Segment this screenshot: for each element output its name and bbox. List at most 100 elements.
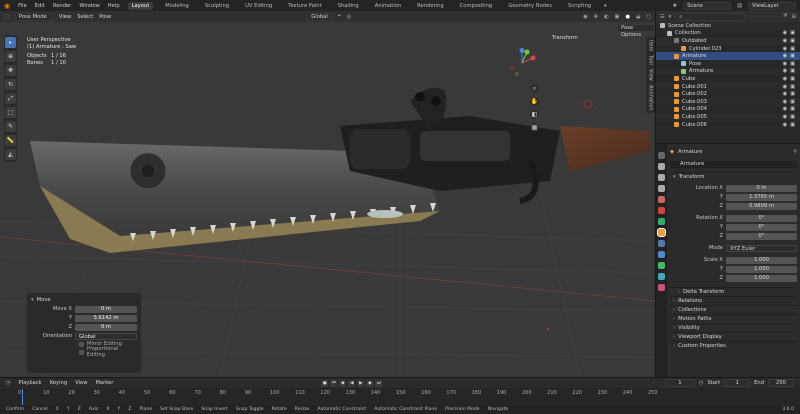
gizmo-z-icon[interactable] [519,48,525,53]
timeline-ruler[interactable]: 0 10 20 30 40 50 60 70 80 90 100 110 120 130 140 150 160… [0,388,800,406]
tab-item[interactable]: Item [648,40,654,51]
menu-playback[interactable]: Playback [19,380,42,386]
tab-animation[interactable]: Animation [371,2,405,10]
camera-icon[interactable]: ▣ [790,106,795,112]
scale-x-field[interactable]: 1.000 [726,256,797,264]
navigation-gizmo[interactable] [507,48,537,78]
shading-rendered-icon[interactable]: ○ [646,14,651,20]
next-key-icon[interactable]: ◆ [366,379,374,387]
rotation-z-field[interactable]: 0° [726,232,797,240]
eye-icon[interactable]: ◉ [783,122,788,128]
select-tool-icon[interactable]: ▸ [5,37,16,48]
menu-timeline-view[interactable]: View [75,380,87,386]
tab-rendering[interactable]: Rendering [413,2,448,10]
outliner-item[interactable]: Cube ◉ ▣ [656,75,800,83]
eye-icon[interactable]: ◉ [783,114,788,120]
armature-data-tab-icon[interactable] [658,262,665,269]
bone-size-tool-icon[interactable]: ◭ [5,149,16,160]
prev-key-icon[interactable]: ◆ [339,379,347,387]
gizmo-y-icon[interactable] [524,49,530,55]
motion-paths-panel[interactable]: › Motion Paths [670,314,797,323]
move-x-field[interactable]: 0 m [75,305,137,313]
overlay-icon[interactable]: ◐ [604,14,609,20]
rotation-y-field[interactable]: 0° [726,223,797,231]
scene-tab-icon[interactable] [658,196,665,203]
camera-icon[interactable]: ▣ [790,38,795,44]
play-icon[interactable]: ▶ [357,379,365,387]
pin-icon[interactable]: ⚲ [793,149,797,155]
camera-icon[interactable]: ▣ [790,91,795,97]
scale-tool-icon[interactable]: ⤢ [5,93,16,104]
pan-hand-icon[interactable]: ✋ [530,97,539,106]
rotation-mode-dropdown[interactable]: XYZ Euler [726,244,797,252]
rotate-tool-icon[interactable]: ↻ [5,79,16,90]
relations-panel[interactable]: › Relations [670,296,797,305]
location-x-field[interactable]: 0 m [726,184,797,192]
outliner-item[interactable]: Cube.004 ◉ ▣ [656,106,800,114]
rotation-x-field[interactable]: 0° [726,214,797,222]
viewport-display-panel[interactable]: › Viewport Display [670,332,797,341]
shading-material-icon[interactable]: ◒ [636,14,641,20]
eye-icon[interactable]: ◉ [783,46,788,52]
camera-icon[interactable]: ▣ [790,76,795,82]
end-frame-field[interactable]: 250 [768,379,794,387]
view-layer-tab-icon[interactable] [658,185,665,192]
tab-compositing[interactable]: Compositing [456,2,497,10]
tab-uv-editing[interactable]: UV Editing [241,2,276,10]
add-workspace-icon[interactable]: + [603,3,607,9]
transform-panel-header[interactable]: ▾ Transform [670,172,797,181]
world-tab-icon[interactable] [658,207,665,214]
menu-help[interactable]: Help [108,3,120,9]
camera-icon[interactable]: ▣ [790,122,795,128]
3d-viewport[interactable]: ⬚ Pose Mode View Select Pose Global ⌖ ◎ … [0,11,655,377]
tab-sculpting[interactable]: Sculpting [201,2,233,10]
gizmo-neg-y-icon[interactable] [515,72,519,76]
move-z-field[interactable]: 0 m [75,323,137,331]
orientation-dropdown[interactable]: Global [75,332,137,340]
collections-panel[interactable]: › Collections [670,305,797,314]
object-datablock-field[interactable]: Armature [670,160,797,168]
transform-panel-toggle[interactable]: Transform [552,35,578,41]
collapse-arrow-icon[interactable]: ▾ [31,297,34,303]
custom-properties-panel[interactable]: › Custom Properties [670,341,797,350]
outliner-item[interactable]: Outdated ◉ ▣ [656,37,800,45]
jump-start-icon[interactable]: ⏮ [330,379,338,387]
move-y-field[interactable]: 5.6142 m [75,314,137,322]
outliner-search-input[interactable]: ⌕ [675,12,746,21]
playhead[interactable] [22,389,23,405]
record-icon[interactable]: ● [321,379,329,387]
measure-tool-icon[interactable]: 📏 [5,135,16,146]
tab-layout[interactable]: Layout [127,1,154,10]
selected-bone[interactable] [367,210,403,218]
menu-edit[interactable]: Edit [35,3,45,9]
menu-pose[interactable]: Pose [99,14,111,20]
start-frame-field[interactable]: 1 [724,379,751,387]
camera-icon[interactable]: ▣ [790,99,795,105]
menu-render[interactable]: Render [53,3,71,9]
object-tab-icon[interactable] [657,228,666,237]
shading-solid-icon[interactable]: ● [625,14,630,20]
outliner-item[interactable]: Cube.006 ◉ ▣ [656,121,800,129]
camera-view-icon[interactable]: ◧ [530,110,539,119]
outliner-item[interactable]: Pose ◉ ▣ [656,60,800,68]
camera-icon[interactable]: ▣ [790,30,795,36]
outliner-item[interactable]: Armature ◉ ▣ [656,67,800,76]
gizmo-toggle-icon[interactable]: ✥ [594,14,598,20]
outliner-item[interactable]: Collection ◉ ▣ [656,30,800,38]
editor-type-icon[interactable]: ⬚ [4,14,9,20]
annotate-tool-icon[interactable]: ✎ [5,121,16,132]
tab-tool[interactable]: Tool [648,55,654,65]
mode-selector[interactable]: Pose Mode [14,12,53,21]
render-tab-icon[interactable] [658,163,665,170]
location-z-field[interactable]: 0.9809 m [726,202,797,210]
menu-file[interactable]: File [18,3,27,9]
menu-marker[interactable]: Marker [95,380,113,386]
material-tab-icon[interactable] [658,284,665,291]
bone-tab-icon[interactable] [658,273,665,280]
outliner-item[interactable]: Cube.002 ◉ ▣ [656,90,800,98]
jump-end-icon[interactable]: ⏭ [375,379,383,387]
camera-icon[interactable]: ▣ [790,68,795,74]
collection-tab-icon[interactable] [658,218,665,225]
tab-shading[interactable]: Shading [334,2,363,10]
outliner-item[interactable]: Cube.005 ◉ ▣ [656,113,800,121]
